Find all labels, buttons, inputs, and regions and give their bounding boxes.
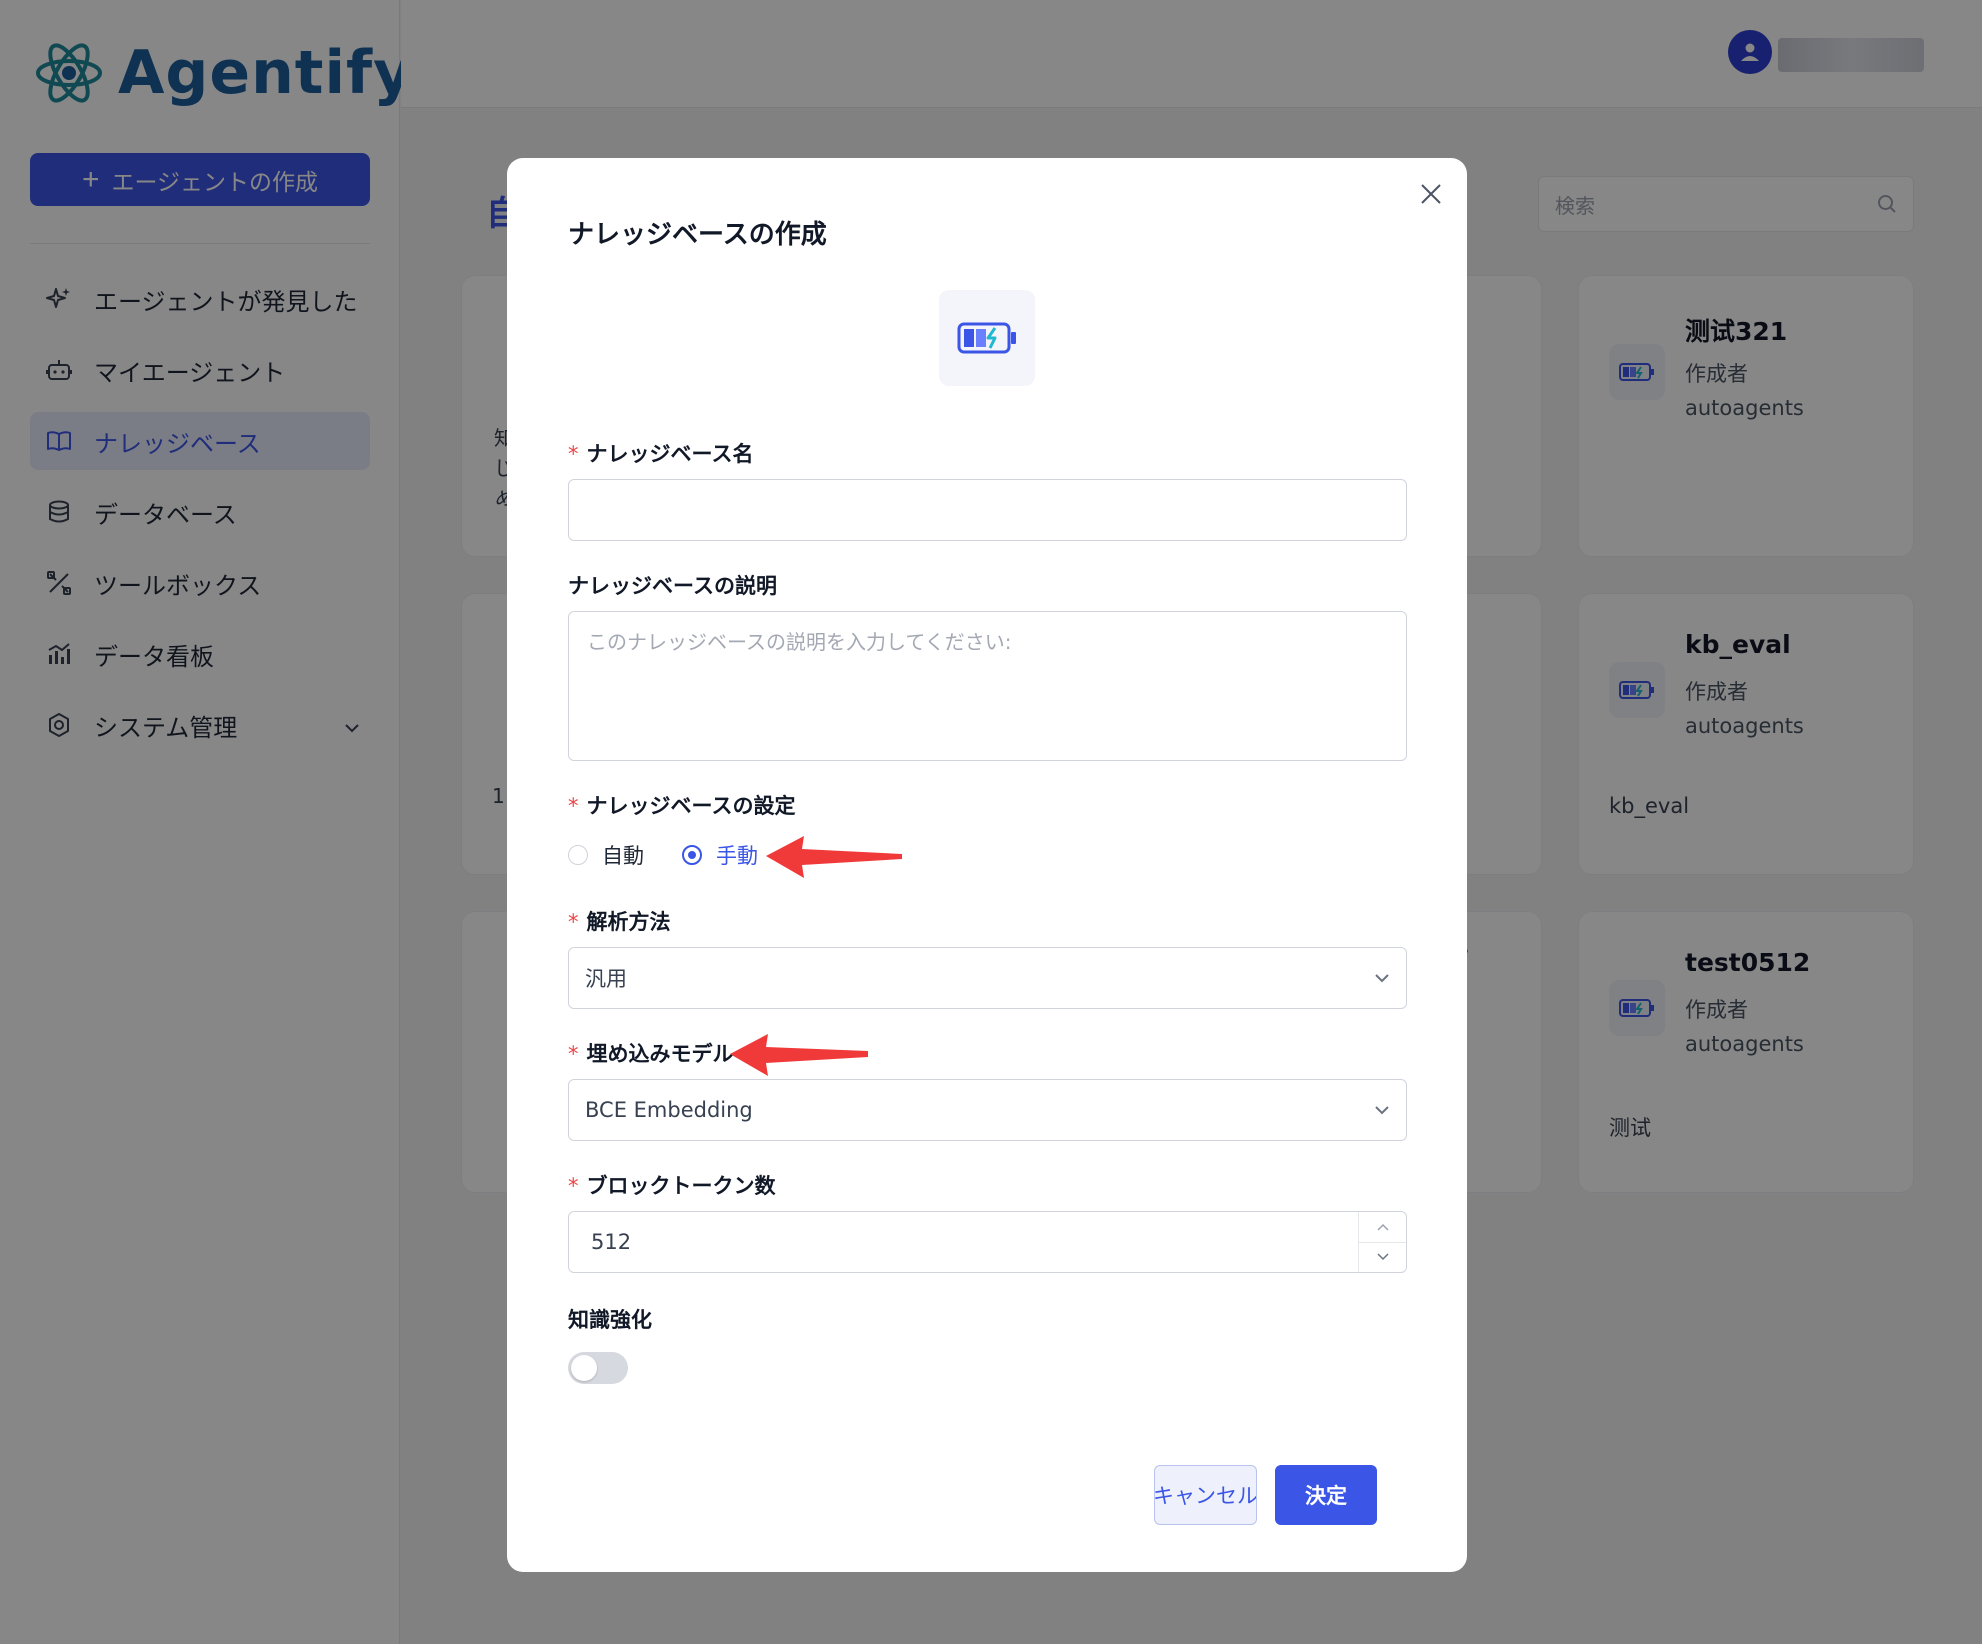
block-tokens-label: * ブロックトークン数 [568,1170,776,1200]
kb-settings-label-text: ナレッジベースの設定 [586,794,796,818]
close-icon[interactable] [1413,176,1449,212]
parse-method-label: * 解析方法 [568,906,671,936]
required-marker: * [568,794,579,818]
radio-circle[interactable] [568,845,588,865]
block-tokens-label-text: ブロックトークン数 [586,1174,776,1198]
kb-name-label: * ナレッジベース名 [568,438,753,468]
cancel-button[interactable]: キャンセル [1154,1465,1257,1525]
block-tokens-value[interactable]: 512 [569,1230,1358,1254]
kb-settings-radio-group: 自動 手動 [568,840,796,870]
number-stepper [1358,1212,1406,1272]
create-kb-modal: ナレッジベースの作成 * ナレッジベース名 ナレッジベースの説明 * ナレッジベース… [507,158,1467,1572]
battery-icon [957,322,1016,354]
parse-method-label-text: 解析方法 [586,910,671,934]
chevron-down-icon [1375,974,1389,983]
chevron-down-icon [1375,1106,1389,1115]
embedding-model-label-text: 埋め込みモデル [586,1042,734,1066]
annotation-arrow-icon [730,1034,868,1076]
kb-settings-label: * ナレッジベースの設定 [568,790,795,820]
required-marker: * [568,1174,579,1198]
required-marker: * [568,442,579,466]
embedding-model-value: BCE Embedding [585,1098,753,1122]
decrement-button[interactable] [1359,1241,1406,1273]
radio-auto[interactable]: 自動 [568,840,644,870]
block-tokens-input[interactable]: 512 [568,1211,1407,1273]
radio-auto-label: 自動 [602,844,644,868]
required-marker: * [568,1042,579,1066]
parse-method-value: 汎用 [585,967,627,991]
chevron-up-icon [1376,1223,1389,1231]
embedding-model-label: * 埋め込みモデル [568,1038,734,1068]
knowledge-enhance-toggle[interactable] [568,1352,628,1384]
parse-method-select[interactable]: 汎用 [568,947,1407,1009]
modal-title: ナレッジベースの作成 [568,220,827,250]
radio-manual[interactable]: 手動 [682,840,758,870]
embedding-model-select[interactable]: BCE Embedding [568,1079,1407,1141]
kb-name-input[interactable] [568,479,1407,541]
radio-circle[interactable] [682,845,702,865]
annotation-arrow-icon [766,836,902,878]
ok-button[interactable]: 決定 [1275,1465,1377,1525]
knowledge-enhance-label: 知識強化 [568,1308,652,1332]
kb-description-label: ナレッジベースの説明 [568,574,777,598]
radio-manual-label: 手動 [716,844,758,868]
required-marker: * [568,910,579,934]
chevron-down-icon [1376,1253,1389,1261]
kb-description-textarea[interactable] [568,611,1407,761]
kb-icon-picker[interactable] [939,290,1035,386]
increment-button[interactable] [1359,1212,1406,1242]
toggle-knob [571,1355,597,1381]
kb-name-label-text: ナレッジベース名 [586,442,754,466]
